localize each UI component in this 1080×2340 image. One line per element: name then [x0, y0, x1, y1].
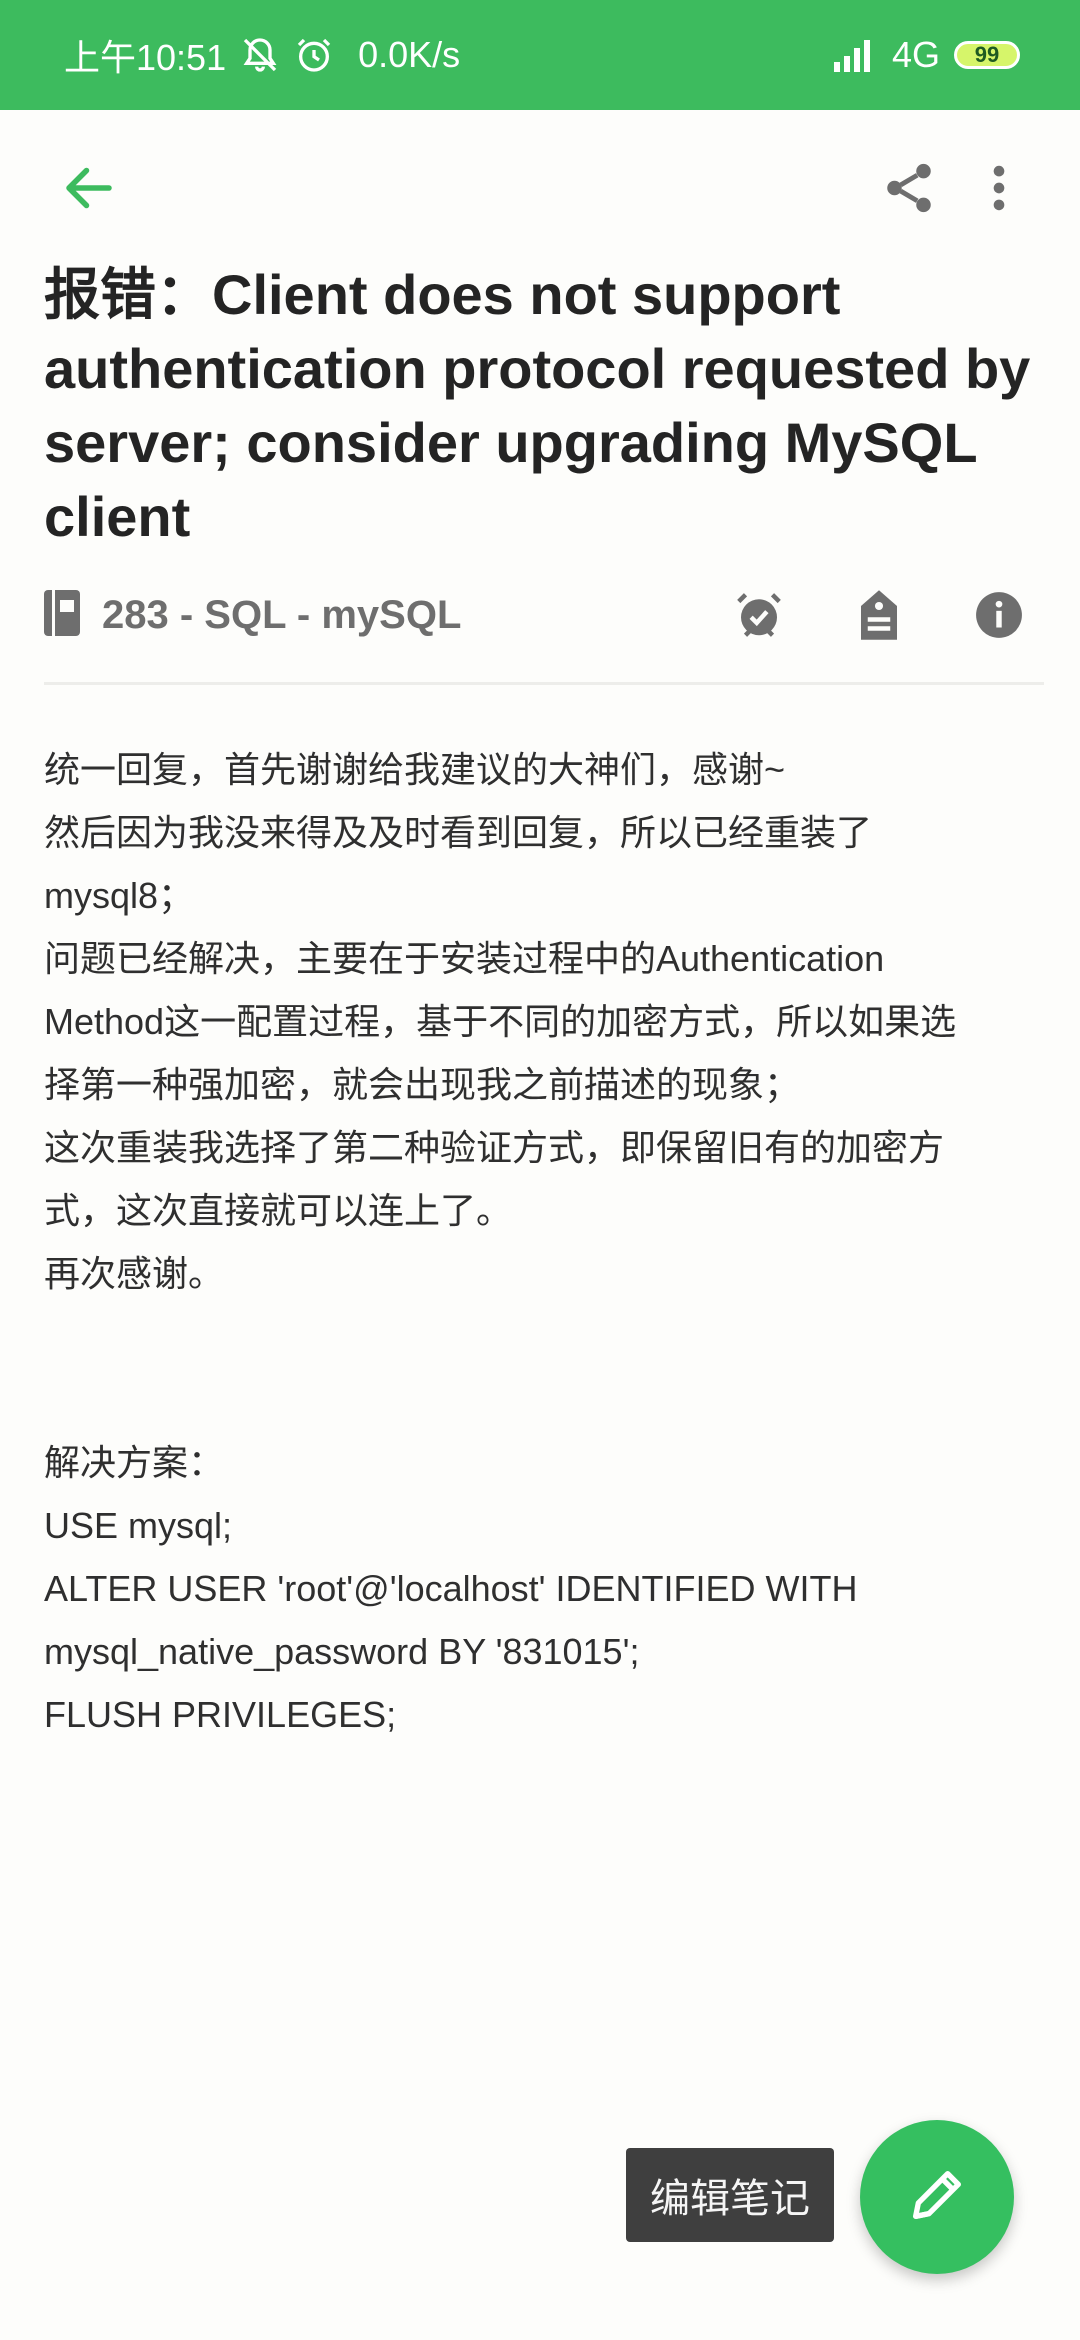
solution-line: mysql_native_password BY '831015';: [44, 1631, 640, 1672]
body-line: Method这一配置过程，基于不同的加密方式，所以如果选: [44, 1001, 957, 1042]
notebook-name: 283 - SQL - mySQL: [102, 592, 462, 637]
body-line: 式，这次直接就可以连上了。: [44, 1190, 513, 1231]
network-speed: 0.0K/s: [358, 34, 461, 75]
solution-line: FLUSH PRIVILEGES;: [44, 1694, 397, 1735]
share-icon[interactable]: [864, 143, 954, 233]
solution-line: ALTER USER 'root'@'localhost' IDENTIFIED…: [44, 1568, 858, 1609]
edit-note-fab[interactable]: [860, 2120, 1014, 2274]
blank-lines: [44, 1305, 1044, 1431]
edit-note-tooltip: 编辑笔记: [626, 2148, 834, 2242]
notebook-selector[interactable]: 283 - SQL - mySQL: [44, 589, 714, 641]
body-line: mysql8；: [44, 875, 195, 916]
divider: [44, 682, 1044, 685]
signal-icon: [833, 38, 878, 72]
tag-icon[interactable]: [834, 580, 924, 650]
solution-line: USE mysql;: [44, 1505, 233, 1546]
network-type: 4G: [891, 34, 940, 75]
note-title: 报错：Client does not support authenticatio…: [44, 263, 1031, 548]
body-line: 再次感谢。: [44, 1253, 225, 1294]
back-arrow-icon[interactable]: [44, 143, 134, 233]
status-bar: 上午10:51 0.0K/s 4G 99: [0, 0, 1080, 110]
reminder-alarm-icon[interactable]: [714, 580, 804, 650]
body-line: 这次重装我选择了第二种验证方式，即保留旧有的加密方: [44, 1127, 945, 1168]
body-line: 问题已经解决，主要在于安装过程中的Authentication: [44, 938, 885, 979]
info-icon[interactable]: [954, 580, 1044, 650]
body-line: 统一回复，首先谢谢给我建议的大神们，感谢~: [44, 749, 786, 790]
pencil-icon: [905, 2163, 969, 2232]
body-line: 然后因为我没来得及及时看到回复，所以已经重装了: [44, 812, 873, 853]
body-line: 择第一种强加密，就会出现我之前描述的现象；: [44, 1064, 801, 1105]
alarm-icon: [294, 35, 334, 75]
note-body[interactable]: 统一回复，首先谢谢给我建议的大神们，感谢~ 然后因为我没来得及及时看到回复，所以…: [44, 738, 1044, 1746]
note-meta-row: 283 - SQL - mySQL: [44, 580, 1044, 650]
solution-line: 解决方案：: [44, 1442, 225, 1483]
notebook-icon: [44, 589, 80, 641]
status-time: 上午10:51: [64, 37, 227, 78]
toolbar: [0, 140, 1080, 236]
more-vert-icon[interactable]: [954, 143, 1044, 233]
battery-icon: 99: [954, 41, 1020, 69]
mute-icon: [240, 35, 280, 75]
